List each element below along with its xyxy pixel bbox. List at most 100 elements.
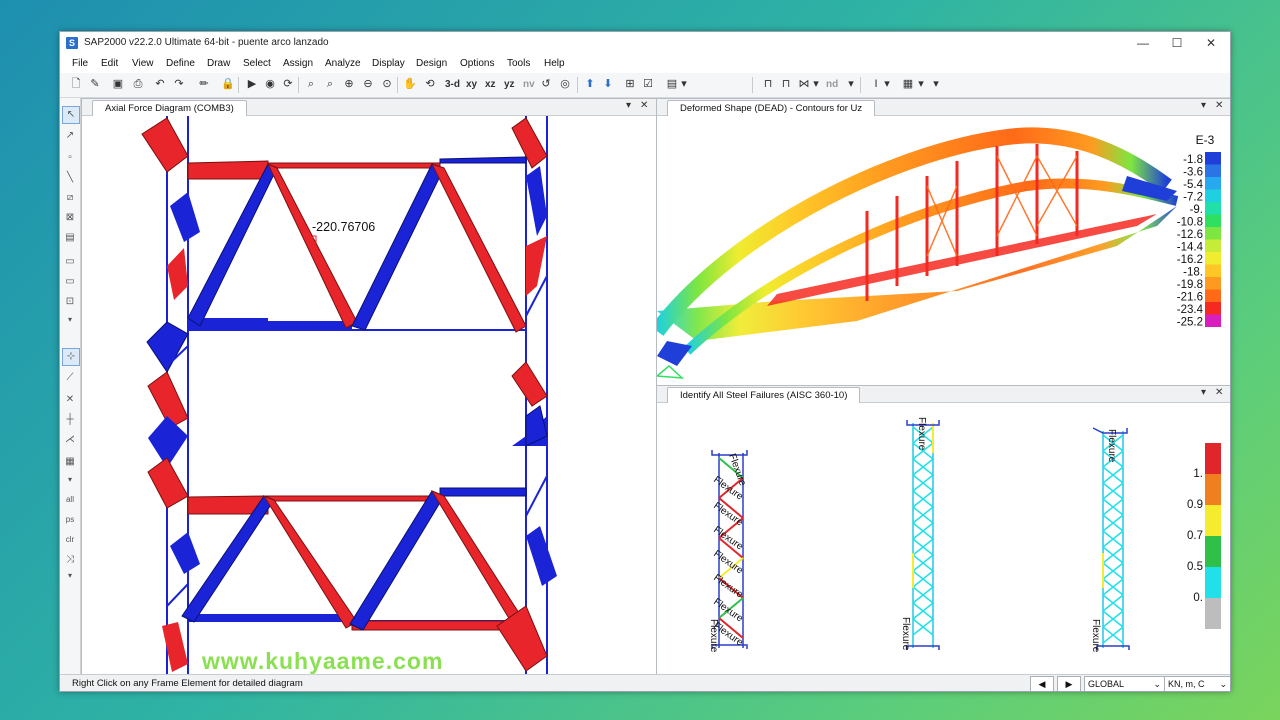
chevron-down-icon[interactable]: ▾: [1201, 100, 1206, 111]
draw-cable-icon[interactable]: ▤: [62, 230, 78, 246]
refresh-icon[interactable]: ⟳: [280, 76, 296, 92]
intersecting-line-icon[interactable]: ⤨: [62, 552, 78, 568]
close-icon[interactable]: ✕: [1215, 100, 1223, 111]
move-up-icon[interactable]: ⬆: [582, 76, 598, 92]
select-all-icon[interactable]: all: [62, 492, 78, 508]
rectangle-area-icon[interactable]: ▭: [62, 274, 78, 290]
clear-selection-icon[interactable]: clr: [62, 532, 78, 548]
chevron-down-icon[interactable]: ▾: [1201, 387, 1206, 398]
check-icon[interactable]: ☑: [640, 76, 656, 92]
chevron-down-icon[interactable]: ▾: [916, 76, 926, 92]
snap-perpendicular-icon[interactable]: ┼: [62, 412, 78, 428]
menu-help[interactable]: Help: [544, 58, 565, 69]
quick-frame-icon[interactable]: ⧄: [62, 190, 78, 206]
draw-frame-icon[interactable]: ╲: [62, 170, 78, 186]
coordinate-system-select[interactable]: GLOBAL ⌄: [1084, 676, 1165, 691]
zoom-out-icon[interactable]: ⊖: [360, 76, 376, 92]
select-previous-icon[interactable]: ps: [62, 512, 78, 528]
grid-icon[interactable]: ⊞: [622, 76, 638, 92]
nd-button[interactable]: nd: [826, 79, 838, 90]
menu-analyze[interactable]: Analyze: [325, 58, 361, 69]
save-icon[interactable]: ▣: [110, 76, 126, 92]
zoom-restore-icon[interactable]: ⌕: [322, 76, 338, 92]
reshape-icon[interactable]: ↗: [62, 128, 78, 144]
close-icon[interactable]: ✕: [1215, 387, 1223, 398]
tab-deformed-shape[interactable]: Deformed Shape (DEAD) - Contours for Uz: [667, 100, 876, 116]
chevron-down-icon[interactable]: ▾: [62, 472, 78, 488]
run-now-icon[interactable]: ◉: [262, 76, 278, 92]
rotate-view-icon[interactable]: ↺: [538, 76, 554, 92]
view-xy-button[interactable]: xy: [466, 79, 477, 90]
draw-point-icon[interactable]: ▫: [62, 150, 78, 166]
chevron-down-icon[interactable]: ▾: [62, 312, 78, 328]
menu-edit[interactable]: Edit: [101, 58, 118, 69]
menu-draw[interactable]: Draw: [207, 58, 230, 69]
redo-icon[interactable]: ↷: [171, 76, 187, 92]
view-nv-button[interactable]: nv: [523, 79, 535, 90]
zoom-window-icon[interactable]: ⌕: [303, 76, 319, 92]
new-file-icon[interactable]: 🗋: [68, 76, 84, 92]
pointer-icon[interactable]: ↖: [62, 106, 80, 124]
minimize-button[interactable]: —: [1128, 35, 1158, 51]
left-chord-members: [141, 117, 200, 672]
snap-grid-icon[interactable]: ▦: [62, 454, 78, 470]
menu-define[interactable]: Define: [166, 58, 195, 69]
menu-assign[interactable]: Assign: [283, 58, 313, 69]
snap-lines-edges-icon[interactable]: ⋌: [62, 432, 78, 448]
chevron-down-icon[interactable]: ▾: [846, 76, 856, 92]
move-down-icon[interactable]: ⬇: [600, 76, 616, 92]
deformed-shape-view[interactable]: E-3 -1.8-3.6-5.4-7.2-9.-10.8-12.6-14.4-1…: [657, 116, 1230, 385]
view-xz-button[interactable]: xz: [485, 79, 496, 90]
chevron-down-icon[interactable]: ▾: [882, 76, 892, 92]
quick-brace-icon[interactable]: ⊠: [62, 210, 78, 226]
menu-view[interactable]: View: [132, 58, 154, 69]
maximize-button[interactable]: ☐: [1162, 35, 1192, 51]
chevron-down-icon[interactable]: ▾: [679, 76, 689, 92]
run-analysis-icon[interactable]: ▶: [244, 76, 260, 92]
tab-axial-force-diagram[interactable]: Axial Force Diagram (COMB3): [92, 100, 247, 116]
snap-joints-icon[interactable]: ⊹: [62, 348, 80, 366]
draw-area-icon[interactable]: ▭: [62, 254, 78, 270]
display-options-icon[interactable]: ▤: [664, 76, 680, 92]
chevron-down-icon[interactable]: ▾: [62, 568, 78, 584]
menu-design[interactable]: Design: [416, 58, 447, 69]
snap-intersection-icon[interactable]: ✕: [62, 392, 78, 408]
pencil-icon[interactable]: ✏: [196, 76, 212, 92]
frame-brace-icon[interactable]: ⋈: [796, 76, 812, 92]
menu-select[interactable]: Select: [243, 58, 271, 69]
quick-area-icon[interactable]: ⊡: [62, 294, 78, 310]
tab-steel-failures[interactable]: Identify All Steel Failures (AISC 360-10…: [667, 387, 861, 403]
arrow-left-icon[interactable]: ◀: [1030, 676, 1054, 691]
frame-section-icon[interactable]: ⊓: [778, 76, 794, 92]
view-3d-button[interactable]: 3-d: [445, 79, 460, 90]
arrow-right-icon[interactable]: ▶: [1057, 676, 1081, 691]
bridge-model: [657, 127, 1179, 379]
pan-icon[interactable]: ✋: [402, 76, 418, 92]
zoom-full-icon[interactable]: ⊙: [379, 76, 395, 92]
menu-options[interactable]: Options: [460, 58, 494, 69]
uz-contour-legend: E-3 -1.8-3.6-5.4-7.2-9.-10.8-12.6-14.4-1…: [1177, 133, 1221, 328]
close-icon[interactable]: ✕: [640, 100, 648, 111]
chevron-down-icon[interactable]: ▾: [626, 100, 631, 111]
legend-value: -14.4: [1177, 241, 1204, 253]
open-file-icon[interactable]: ✎: [87, 76, 103, 92]
lock-icon[interactable]: 🔒: [220, 76, 236, 92]
chevron-down-icon[interactable]: ▾: [931, 76, 941, 92]
snap-lines-icon[interactable]: ⟋: [62, 370, 78, 386]
axial-force-diagram[interactable]: -220.76706: [82, 116, 656, 674]
menu-file[interactable]: File: [72, 58, 88, 69]
steel-failures-view[interactable]: Flexure Flexure Flexure Flexure Flexure …: [657, 403, 1230, 674]
perspective-icon[interactable]: ◎: [557, 76, 573, 92]
view-yz-button[interactable]: yz: [504, 79, 515, 90]
view-rotate-icon[interactable]: ⟲: [422, 76, 438, 92]
print-icon[interactable]: ⎙: [130, 76, 146, 92]
frame-draw-icon[interactable]: ⊓: [760, 76, 776, 92]
area-icon[interactable]: ▦: [900, 76, 916, 92]
units-select[interactable]: KN, m, C ⌄: [1164, 676, 1230, 691]
close-button[interactable]: ✕: [1196, 35, 1226, 51]
undo-icon[interactable]: ↶: [152, 76, 168, 92]
menu-display[interactable]: Display: [372, 58, 405, 69]
chevron-down-icon[interactable]: ▾: [811, 76, 821, 92]
zoom-in-icon[interactable]: ⊕: [341, 76, 357, 92]
menu-tools[interactable]: Tools: [507, 58, 530, 69]
